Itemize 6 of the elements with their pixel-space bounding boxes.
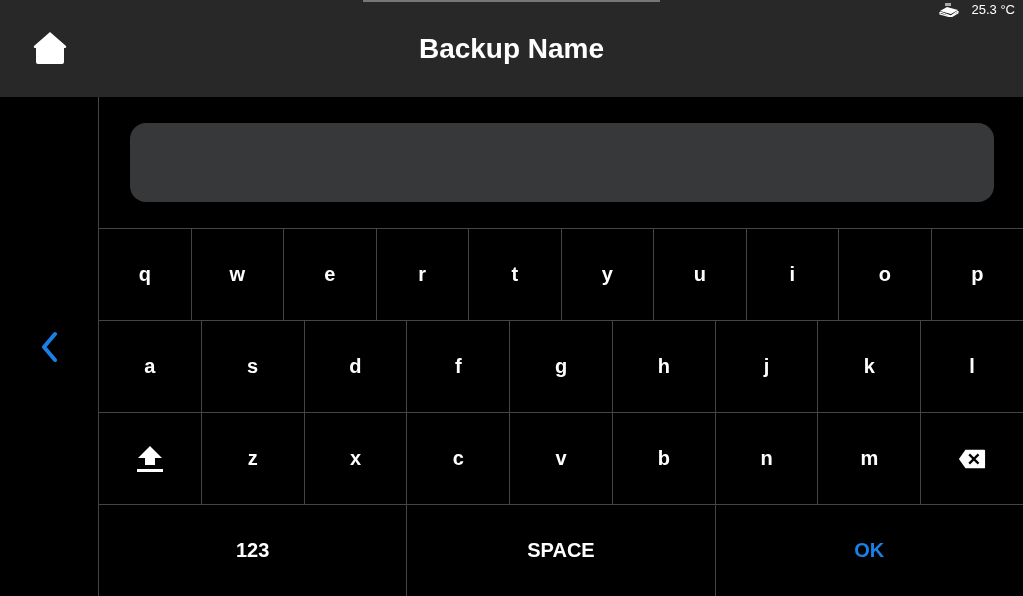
screen-title: Backup Name bbox=[418, 32, 605, 65]
heated-bed-icon bbox=[939, 2, 960, 17]
shift-icon bbox=[135, 443, 164, 474]
name-input-field[interactable] bbox=[130, 123, 994, 202]
home-icon[interactable] bbox=[33, 31, 67, 65]
temperature-reading: 25.3 °C bbox=[971, 2, 1015, 17]
